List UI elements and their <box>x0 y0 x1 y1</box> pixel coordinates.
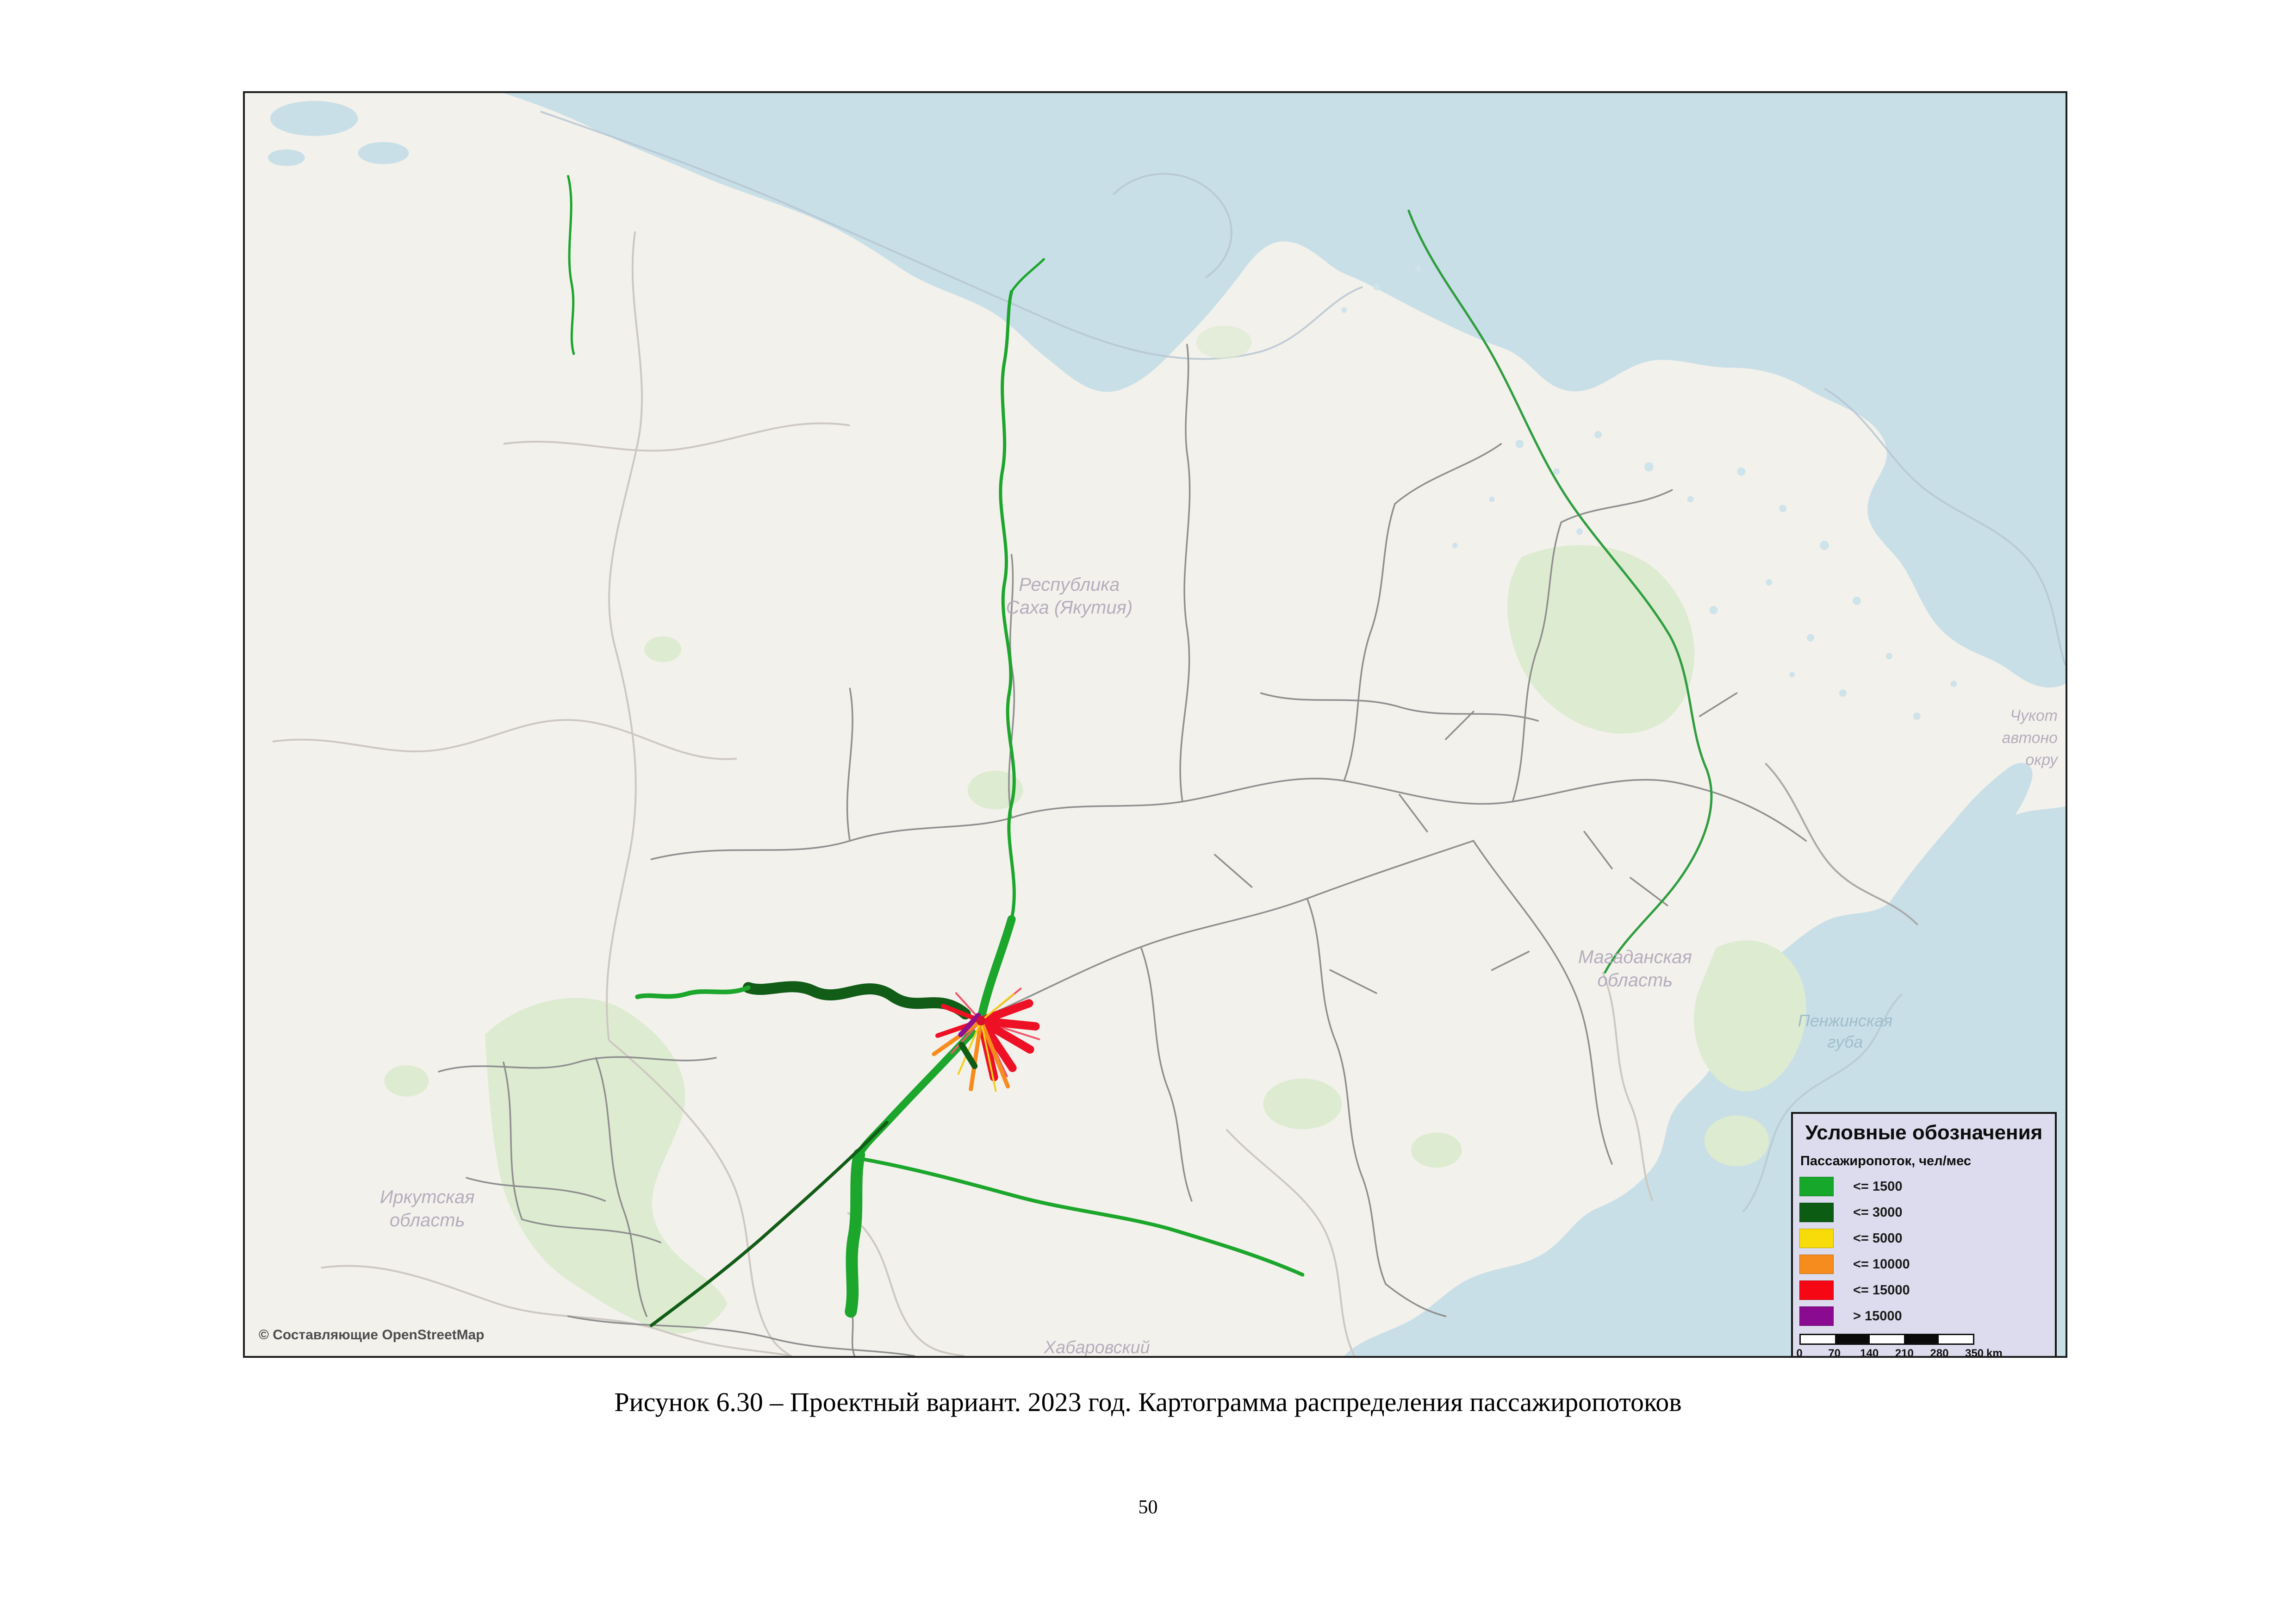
legend-item-label: <= 5000 <box>1853 1231 1902 1246</box>
legend-item-label: <= 10000 <box>1853 1257 1910 1272</box>
scalebar-segment <box>1801 1335 1835 1343</box>
scalebar-tick: 280 <box>1930 1347 1948 1358</box>
figure-caption: Рисунок 6.30 – Проектный вариант. 2023 г… <box>0 1387 2296 1418</box>
forest-patch <box>1263 1079 1342 1130</box>
scalebar-tick: 70 <box>1828 1347 1841 1358</box>
forest-patch <box>644 637 681 662</box>
label-sakha-line2: Саха (Якутия) <box>1006 598 1133 618</box>
legend-item: <= 5000 <box>1799 1226 2055 1250</box>
scalebar: 070140210280350 km <box>1799 1334 1989 1358</box>
scalebar-unit: km <box>1986 1347 2003 1358</box>
forest-patch <box>384 1065 429 1097</box>
legend-subtitle: Пассажиропоток, чел/мес <box>1800 1154 2055 1169</box>
label-chukotka-line1: Чукот <box>2010 707 2058 725</box>
legend-item: <= 15000 <box>1799 1278 2055 1302</box>
document-page: Республика Саха (Якутия) Иркутская облас… <box>0 0 2296 1624</box>
scalebar-segment <box>1835 1335 1869 1343</box>
scalebar-ticks: 070140210280350 <box>1799 1347 1974 1358</box>
map-legend: Условные обозначения Пассажиропоток, чел… <box>1791 1112 2057 1358</box>
label-magadan-line2: область <box>1598 970 1673 990</box>
legend-item-label: <= 15000 <box>1853 1283 1910 1298</box>
legend-item: <= 10000 <box>1799 1252 2055 1276</box>
legend-items: <= 1500 <= 3000 <= 5000 <= 10000 <= 15000 > 1… <box>1799 1174 2055 1328</box>
legend-item: <= 1500 <box>1799 1174 2055 1199</box>
legend-swatch <box>1799 1177 1834 1196</box>
flow-route-south-heavy <box>851 1155 859 1312</box>
legend-swatch <box>1799 1203 1834 1222</box>
legend-item: > 15000 <box>1799 1304 2055 1328</box>
forest-patch <box>1196 326 1252 359</box>
label-chukotka-line2: автоно <box>2002 729 2058 747</box>
legend-swatch <box>1799 1280 1834 1300</box>
label-sakha-line1: Республика <box>1019 575 1120 595</box>
map-attribution: © Составляющие OpenStreetMap <box>259 1327 484 1343</box>
scalebar-tick: 140 <box>1860 1347 1879 1358</box>
legend-swatch <box>1799 1306 1834 1326</box>
label-khabarovsk: Хабаровский <box>1044 1338 1150 1356</box>
arctic-bay <box>358 142 409 164</box>
label-chukotka-line3: окру <box>2025 751 2059 769</box>
scalebar-tick: 0 <box>1796 1347 1802 1358</box>
scalebar-segments <box>1799 1334 1974 1345</box>
label-penzhina-line2: губа <box>1828 1032 1863 1051</box>
label-irkutsk-line2: область <box>390 1210 465 1230</box>
legend-swatch <box>1799 1229 1834 1248</box>
scalebar-segment <box>1870 1335 1904 1343</box>
forest-patch <box>1411 1132 1462 1168</box>
legend-swatch <box>1799 1255 1834 1274</box>
scalebar-tick: 210 <box>1895 1347 1914 1358</box>
forest-patch <box>1705 1116 1769 1167</box>
scalebar-tick: 350 <box>1965 1347 1984 1358</box>
legend-item-label: <= 1500 <box>1853 1179 1902 1194</box>
legend-item-label: > 15000 <box>1853 1309 1902 1324</box>
scalebar-segment <box>1904 1335 1938 1343</box>
arctic-bay <box>268 150 305 166</box>
label-penzhina-line1: Пенжинская <box>1798 1011 1892 1030</box>
label-irkutsk-line1: Иркутская <box>380 1187 475 1207</box>
legend-item: <= 3000 <box>1799 1200 2055 1224</box>
hub-center <box>977 1016 986 1025</box>
legend-item-label: <= 3000 <box>1853 1205 1902 1220</box>
scalebar-segment <box>1939 1335 1973 1343</box>
arctic-bay <box>270 101 358 136</box>
page-number: 50 <box>0 1496 2296 1518</box>
map-figure: Республика Саха (Якутия) Иркутская облас… <box>243 91 2067 1358</box>
label-magadan-line1: Магаданская <box>1578 947 1692 968</box>
legend-title: Условные обозначения <box>1793 1121 2055 1144</box>
